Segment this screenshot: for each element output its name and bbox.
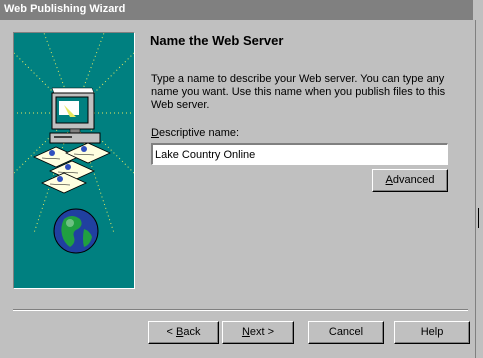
descriptive-name-input[interactable] [151,143,448,165]
globe-icon [53,208,99,254]
next-button[interactable]: Next > [222,321,294,344]
descriptive-name-label: Descriptive name: [151,127,239,139]
page-description: Type a name to describe your Web server.… [151,73,446,111]
title-bar[interactable]: Web Publishing Wizard [0,0,483,20]
back-prefix: < [166,326,176,338]
window-edge [473,0,483,358]
help-button[interactable]: Help [394,321,470,344]
edge-line [475,20,476,358]
cancel-button[interactable]: Cancel [308,321,384,344]
advanced-button[interactable]: Advanced [372,169,448,192]
wizard-illustration-svg [14,33,134,254]
back-label: ack [183,326,201,338]
computer-icon [49,87,101,144]
page-title: Name the Web Server [150,33,284,48]
window-title: Web Publishing Wizard [4,3,126,15]
back-button[interactable]: < Back [148,321,219,344]
label-mnemonic: D [151,127,159,139]
label-text: escriptive name: [158,127,240,139]
footer-separator [13,309,468,311]
advanced-label: dvanced [392,174,435,186]
next-label: ext > [249,326,275,338]
next-mnemonic: N [241,326,250,338]
wizard-illustration [13,32,135,289]
edge-notch [478,208,482,228]
advanced-mnemonic: A [385,174,393,186]
